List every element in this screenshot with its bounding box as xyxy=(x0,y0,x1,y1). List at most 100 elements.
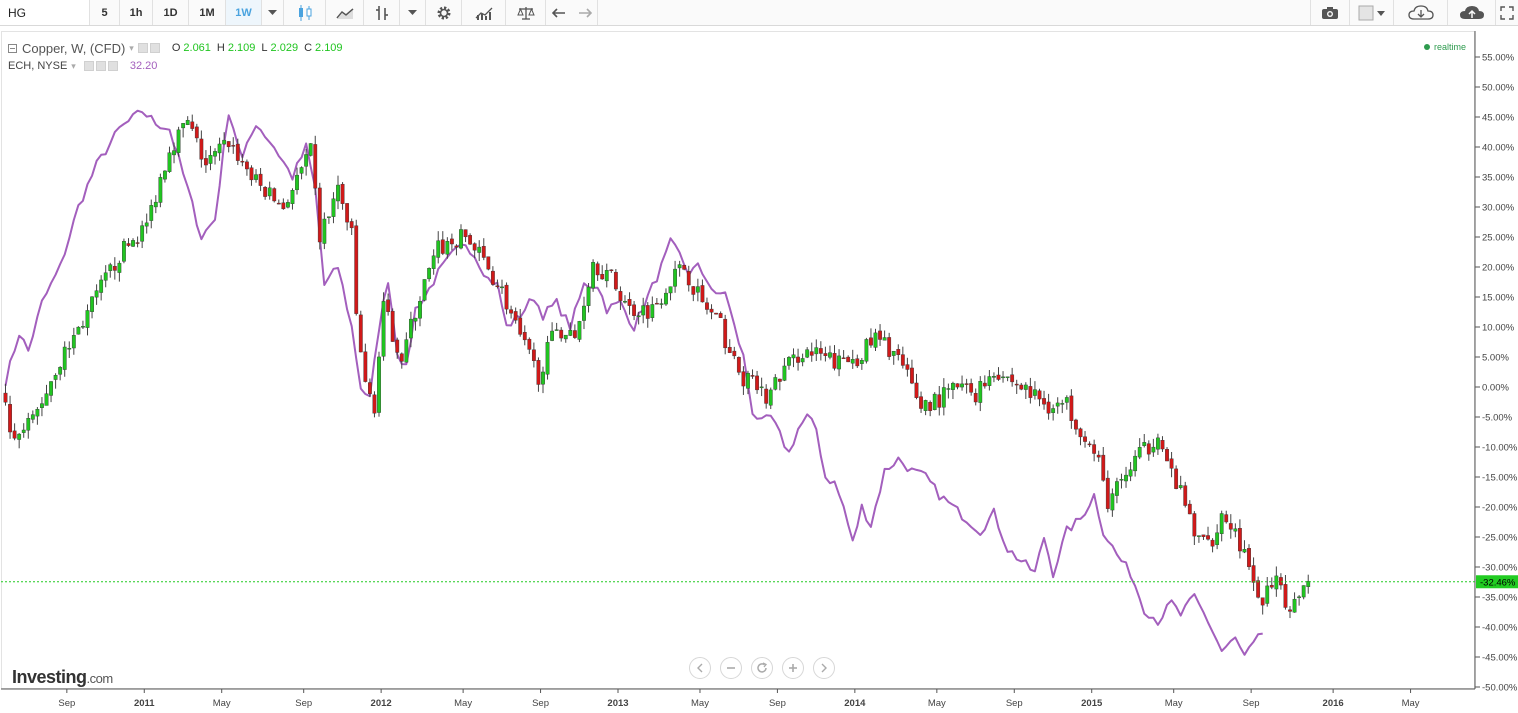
candle xyxy=(35,407,40,425)
candle-body-down xyxy=(276,202,281,205)
candle-body-up xyxy=(992,376,996,378)
zoom-in-button[interactable] xyxy=(782,657,804,679)
main-series-name[interactable]: Copper, W, (CFD) xyxy=(22,41,125,56)
candle-body-up xyxy=(1124,474,1128,482)
series-menu-chevron-icon[interactable]: ▾ xyxy=(129,43,134,54)
candle xyxy=(914,373,919,400)
settings-small-icon[interactable] xyxy=(95,61,106,71)
candle-body-down xyxy=(609,269,614,272)
candle-body-up xyxy=(850,359,855,364)
candle xyxy=(1247,544,1251,570)
candle xyxy=(85,304,90,336)
candle-body-down xyxy=(135,242,140,244)
remove-icon[interactable] xyxy=(107,61,118,71)
scroll-left-button[interactable] xyxy=(689,657,711,679)
candle xyxy=(1206,526,1210,541)
candle xyxy=(226,141,231,153)
candle xyxy=(946,383,951,399)
visibility-icon[interactable] xyxy=(83,61,94,71)
candle xyxy=(3,383,8,406)
candle-body-up xyxy=(1033,389,1037,396)
candle xyxy=(190,114,195,131)
candle-body-down xyxy=(468,235,473,245)
candle xyxy=(1019,382,1024,391)
compare-series-name[interactable]: ECH, NYSE xyxy=(8,60,67,72)
candle xyxy=(554,322,559,331)
candle-body-down xyxy=(1160,440,1165,450)
candle-body-down xyxy=(645,305,650,319)
candle-body-up xyxy=(140,225,145,242)
candle xyxy=(978,376,983,412)
reset-zoom-button[interactable] xyxy=(751,657,773,679)
candle xyxy=(1156,433,1160,455)
candle xyxy=(664,288,668,306)
candle-body-up xyxy=(932,393,937,410)
candle xyxy=(40,397,44,417)
candle-body-up xyxy=(604,269,609,282)
candle xyxy=(586,283,591,313)
candle xyxy=(1037,388,1042,407)
close-label: C xyxy=(304,42,313,54)
x-tick-label: Sep xyxy=(1006,698,1023,709)
candle xyxy=(1165,447,1169,462)
candle-body-down xyxy=(345,203,350,223)
candle xyxy=(1187,500,1192,515)
zoom-out-button[interactable] xyxy=(720,657,742,679)
candle xyxy=(340,182,345,210)
candle xyxy=(700,279,705,303)
candle-body-down xyxy=(691,286,696,295)
realtime-indicator: realtime xyxy=(1424,42,1466,52)
candle xyxy=(969,378,974,396)
compare-menu-chevron-icon[interactable]: ▾ xyxy=(71,61,76,72)
candle-body-down xyxy=(3,392,8,403)
candle-body-up xyxy=(40,403,44,408)
candle xyxy=(964,378,969,394)
candle-body-down xyxy=(910,367,914,384)
candle xyxy=(1151,438,1156,457)
candle-body-up xyxy=(58,367,63,375)
candle-body-up xyxy=(94,290,99,298)
candle-body-up xyxy=(1051,408,1056,413)
candle xyxy=(431,249,436,275)
candle xyxy=(855,354,860,368)
y-tick-label: 50.00% xyxy=(1482,83,1515,94)
candle-body-down xyxy=(1105,477,1110,509)
candle-body-up xyxy=(791,354,796,359)
candle xyxy=(818,341,823,361)
scroll-right-button[interactable] xyxy=(813,657,835,679)
y-tick-label: 10.00% xyxy=(1482,323,1515,334)
candle-body-down xyxy=(1251,565,1256,583)
candle-body-down xyxy=(368,382,372,394)
candle-body-down xyxy=(869,337,873,346)
candle xyxy=(891,350,896,365)
candle xyxy=(973,388,978,406)
candle xyxy=(295,167,299,195)
candle-body-down xyxy=(536,360,541,385)
candle xyxy=(1297,595,1302,606)
candle xyxy=(878,324,882,346)
candle xyxy=(1069,389,1074,429)
candle xyxy=(17,433,22,449)
visibility-icon[interactable] xyxy=(137,43,148,53)
candle xyxy=(163,170,167,183)
candle-body-up xyxy=(413,317,418,322)
candle-body-up xyxy=(768,389,773,406)
candle xyxy=(787,356,791,370)
candle-body-up xyxy=(308,143,313,156)
candle-body-up xyxy=(213,151,217,157)
candle-body-down xyxy=(235,143,240,161)
candle xyxy=(194,123,199,143)
settings-small-icon[interactable] xyxy=(149,43,160,53)
candle xyxy=(322,212,327,250)
chevron-left-icon xyxy=(697,663,703,673)
candle xyxy=(1033,381,1037,400)
x-tick-label: May xyxy=(213,698,231,709)
collapse-icon[interactable] xyxy=(8,43,17,53)
compare-series-value: 32.20 xyxy=(129,60,158,72)
candle xyxy=(81,320,85,329)
candle xyxy=(591,259,595,292)
candle-body-down xyxy=(386,299,391,312)
candle-body-down xyxy=(832,353,837,369)
candle-body-down xyxy=(472,243,477,251)
candle-body-down xyxy=(340,183,345,204)
